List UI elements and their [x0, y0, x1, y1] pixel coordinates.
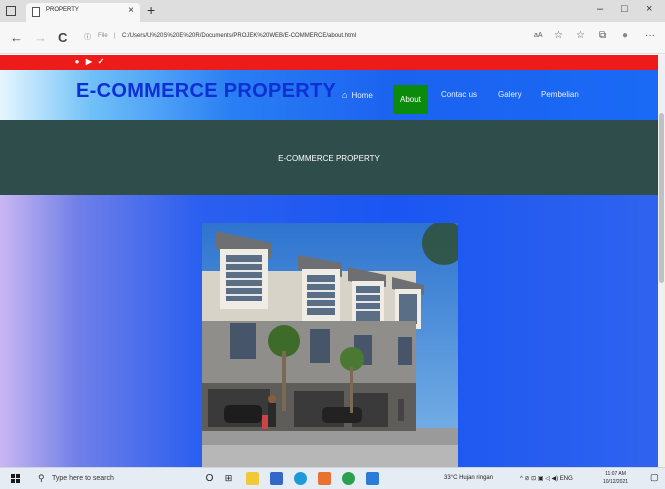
maximize-button[interactable]: □ [621, 3, 628, 15]
address-bar: ← → C ⓘ File | C:/Users/U%20S%20E%20R/Do… [0, 22, 665, 54]
close-window-button[interactable]: × [646, 3, 652, 15]
settings-menu-icon[interactable]: ··· [645, 30, 655, 41]
scrollbar-thumb[interactable] [659, 113, 664, 283]
tab-bar: PROPERTY × + – □ × [0, 0, 665, 22]
url-text[interactable]: C:/Users/U%20S%20E%20R/Documents/PROJEK%… [122, 33, 356, 39]
url-separator: | [114, 33, 116, 39]
tab-actions-icon[interactable] [6, 6, 16, 16]
twitter-icon[interactable]: ✓ [96, 57, 106, 67]
chrome-icon[interactable] [342, 472, 355, 485]
collections-icon[interactable]: ⧉ [599, 30, 606, 41]
tab-property[interactable]: PROPERTY × [26, 3, 140, 22]
clock-date: 10/12/2021 [603, 479, 629, 485]
url-field[interactable]: ⓘ File | C:/Users/U%20S%20E%20R/Document… [84, 30, 524, 46]
home-icon: ⌂ [342, 90, 348, 100]
app-icon[interactable] [270, 472, 283, 485]
tab-title: PROPERTY [46, 7, 79, 13]
windows-start-icon[interactable] [11, 474, 21, 484]
tab-close-icon[interactable]: × [128, 5, 134, 16]
instagram-icon[interactable]: ● [72, 57, 82, 67]
search-placeholder: Type here to search [52, 475, 114, 482]
store-icon[interactable] [318, 472, 331, 485]
page-icon [32, 7, 40, 17]
refresh-icon[interactable]: C [58, 30, 67, 45]
nav-about[interactable]: About [393, 85, 428, 114]
read-aloud-icon[interactable]: aA [534, 32, 543, 39]
clock-time: 11:07 AM [605, 471, 626, 477]
notifications-icon[interactable]: ▢ [650, 472, 659, 483]
banner-title: E-COMMERCE PROPERTY [278, 154, 380, 163]
about-banner: E-COMMERCE PROPERTY [0, 120, 658, 195]
page-scrollbar[interactable] [658, 55, 665, 467]
favorite-icon[interactable]: ☆ [554, 30, 563, 41]
favorites-list-icon[interactable]: ☆ [576, 30, 585, 41]
system-tray-icons[interactable]: ^ ⊘ ⊡ ▣ ◁ ◀) ENG [520, 475, 573, 482]
forward-icon[interactable]: → [34, 30, 47, 45]
info-icon[interactable]: ⓘ [84, 32, 91, 42]
nav-home-label: Home [351, 91, 373, 100]
property-photo [202, 223, 458, 467]
file-label: File [98, 33, 108, 39]
nav-contact[interactable]: Contac us [441, 90, 477, 99]
taskbar-clock[interactable]: 11:07 AM 10/12/2021 [603, 470, 628, 486]
nav-pembelian[interactable]: Pembelian [541, 90, 579, 99]
social-bar: ● ▶ ✓ [0, 55, 658, 70]
profile-icon[interactable]: ● [622, 30, 628, 41]
cortana-icon[interactable]: O [203, 472, 216, 485]
task-view-icon[interactable]: ⊞ [222, 472, 235, 485]
search-icon: ⚲ [38, 473, 45, 483]
minimize-button[interactable]: – [597, 3, 603, 15]
taskbar-search[interactable]: ⚲ Type here to search [34, 471, 194, 487]
new-tab-button[interactable]: + [147, 2, 155, 18]
taskbar: ⚲ Type here to search O ⊞ 33°C Hujan rin… [0, 467, 665, 489]
back-icon[interactable]: ← [10, 30, 23, 45]
site-header: E-COMMERCE PROPERTY ⌂ Home About Contac u… [0, 70, 658, 120]
townhouse-image [202, 223, 458, 467]
edge-icon[interactable] [294, 472, 307, 485]
web-page: ● ▶ ✓ E-COMMERCE PROPERTY ⌂ Home About Co… [0, 55, 658, 467]
nav-gallery[interactable]: Galery [498, 90, 522, 99]
weather-widget[interactable]: 33°C Hujan ringan [444, 475, 493, 481]
brand-logo[interactable]: E-COMMERCE PROPERTY [76, 80, 336, 103]
word-icon[interactable] [366, 472, 379, 485]
browser-window: PROPERTY × + – □ × ← → C ⓘ File | C:/Use… [0, 0, 665, 489]
youtube-icon[interactable]: ▶ [84, 57, 94, 67]
nav-home[interactable]: ⌂ Home [342, 90, 373, 100]
file-explorer-icon[interactable] [246, 472, 259, 485]
